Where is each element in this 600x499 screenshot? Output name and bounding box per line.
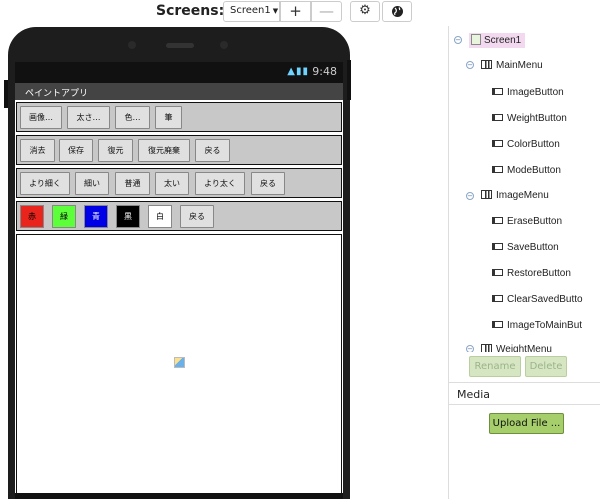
tree-item-modebutton[interactable]: ModeButton <box>492 165 561 176</box>
main-menu-row: 画像… 太さ… 色… 筆 <box>16 102 342 132</box>
button-icon <box>492 88 503 95</box>
media-heading: Media <box>449 382 600 405</box>
restore-button[interactable]: 復元 <box>98 139 133 162</box>
phone-speaker <box>166 43 194 48</box>
thinner-button[interactable]: より細く <box>20 172 70 195</box>
tree-item-label: WeightButton <box>507 113 567 124</box>
designer-toolbar: Screens: Screen1 ▼ + — ⚙ <box>0 0 600 26</box>
tree-item-label: RestoreButton <box>507 268 571 279</box>
horizontal-arrangement-icon <box>481 344 492 352</box>
collapse-weightmenu-toggle[interactable]: − <box>466 345 474 352</box>
white-button[interactable]: 白 <box>148 205 172 228</box>
tree-item-screen1[interactable]: Screen1 <box>469 33 526 48</box>
erase-button[interactable]: 消去 <box>20 139 55 162</box>
button-icon <box>492 217 503 224</box>
button-icon <box>492 140 503 147</box>
upload-file-button[interactable]: Upload File ... <box>489 413 564 434</box>
chevron-down-icon: ▼ <box>272 7 279 15</box>
color-back-button[interactable]: 戻る <box>180 205 214 228</box>
phone-bottom-bar <box>15 493 343 499</box>
tree-item-erasebutton[interactable]: EraseButton <box>492 216 562 227</box>
button-icon <box>492 114 503 121</box>
phone-side-button <box>347 60 351 100</box>
tree-item-label: ModeButton <box>507 165 561 176</box>
thin-button[interactable]: 細い <box>75 172 109 195</box>
remove-screen-button[interactable]: — <box>311 1 342 22</box>
tree-item-label: ImageButton <box>507 87 564 98</box>
red-button[interactable]: 赤 <box>20 205 44 228</box>
screen-icon <box>471 34 481 45</box>
globe-icon <box>391 6 403 17</box>
button-icon <box>492 166 503 173</box>
button-icon <box>492 243 503 250</box>
button-icon <box>492 295 503 302</box>
tree-item-weightbutton[interactable]: WeightButton <box>492 113 567 124</box>
components-tree: − Screen1 − MainMenu ImageButton WeightB… <box>449 27 600 352</box>
signal-battery-icon: ▲▮▮ <box>287 66 309 77</box>
collapse-screen1-toggle[interactable]: − <box>454 36 462 44</box>
status-bar: ▲▮▮ 9:48 <box>15 62 343 83</box>
tree-item-label: ColorButton <box>507 139 560 150</box>
weight-back-button[interactable]: 戻る <box>251 172 285 195</box>
tree-item-restorebutton[interactable]: RestoreButton <box>492 268 571 279</box>
component-actions: Rename Delete <box>449 352 600 382</box>
image-button[interactable]: 画像… <box>20 106 62 129</box>
phone-camera-right <box>220 41 228 49</box>
tree-item-clearsavedbutton[interactable]: ClearSavedButto <box>492 294 583 305</box>
tree-item-label: WeightMenu <box>496 344 552 352</box>
drawing-canvas[interactable] <box>16 234 342 494</box>
black-button[interactable]: 黒 <box>116 205 140 228</box>
tree-item-label: ClearSavedButto <box>507 294 583 305</box>
weight-button[interactable]: 太さ… <box>67 106 110 129</box>
phone-screen: ▲▮▮ 9:48 ペイントアプリ 画像… 太さ… 色… 筆 消去 保存 復元 復… <box>15 62 343 499</box>
collapse-imagemenu-toggle[interactable]: − <box>466 192 474 200</box>
tree-item-imagemenu[interactable]: ImageMenu <box>481 190 549 201</box>
tree-item-label: ImageMenu <box>496 190 549 201</box>
tree-item-imagebutton[interactable]: ImageButton <box>492 87 564 98</box>
app-title: ペイントアプリ <box>15 83 343 100</box>
tree-item-label: Screen1 <box>484 35 522 46</box>
color-menu-row: 赤 緑 青 黒 白 戻る <box>16 201 342 231</box>
color-button[interactable]: 色… <box>115 106 150 129</box>
project-properties-button[interactable]: ⚙ <box>350 1 380 22</box>
button-icon <box>492 269 503 276</box>
horizontal-arrangement-icon <box>481 60 492 69</box>
thick-button[interactable]: 太い <box>155 172 189 195</box>
status-time: 9:48 <box>312 65 337 78</box>
screens-label: Screens: <box>156 3 225 19</box>
horizontal-arrangement-icon <box>481 190 492 199</box>
normal-button[interactable]: 普通 <box>115 172 150 195</box>
delete-button[interactable]: Delete <box>525 356 567 377</box>
tree-item-colorbutton[interactable]: ColorButton <box>492 139 560 150</box>
clear-saved-button[interactable]: 復元廃棄 <box>138 139 190 162</box>
tree-item-label: EraseButton <box>507 216 563 227</box>
image-placeholder-icon <box>174 357 185 368</box>
rename-button[interactable]: Rename <box>469 356 521 377</box>
mode-button[interactable]: 筆 <box>155 106 182 129</box>
save-button[interactable]: 保存 <box>59 139 93 162</box>
tree-item-label: SaveButton <box>507 242 559 253</box>
tree-item-label: ImageToMainBut <box>507 320 583 331</box>
collapse-mainmenu-toggle[interactable]: − <box>466 61 474 69</box>
tree-item-weightmenu[interactable]: WeightMenu <box>481 344 552 352</box>
tree-item-mainmenu[interactable]: MainMenu <box>481 60 543 71</box>
phone-camera-left <box>128 41 136 49</box>
gear-icon: ⚙ <box>359 3 371 18</box>
green-button[interactable]: 緑 <box>52 205 76 228</box>
screen-select-value: Screen1 <box>230 5 271 16</box>
add-screen-button[interactable]: + <box>280 1 311 22</box>
phone-side-button <box>4 80 8 108</box>
image-menu-row: 消去 保存 復元 復元廃棄 戻る <box>16 135 342 165</box>
weight-menu-row: より細く 細い 普通 太い より太く 戻る <box>16 168 342 198</box>
screen-select[interactable]: Screen1 ▼ <box>223 1 280 22</box>
thicker-button[interactable]: より太く <box>195 172 245 195</box>
image-to-main-button[interactable]: 戻る <box>195 139 230 162</box>
blue-button[interactable]: 青 <box>84 205 108 228</box>
tree-item-savebutton[interactable]: SaveButton <box>492 242 559 253</box>
button-icon <box>492 321 503 328</box>
tree-item-label: MainMenu <box>496 60 543 71</box>
language-button[interactable] <box>382 1 412 22</box>
tree-item-imagetomainbutton[interactable]: ImageToMainBut <box>492 320 582 331</box>
